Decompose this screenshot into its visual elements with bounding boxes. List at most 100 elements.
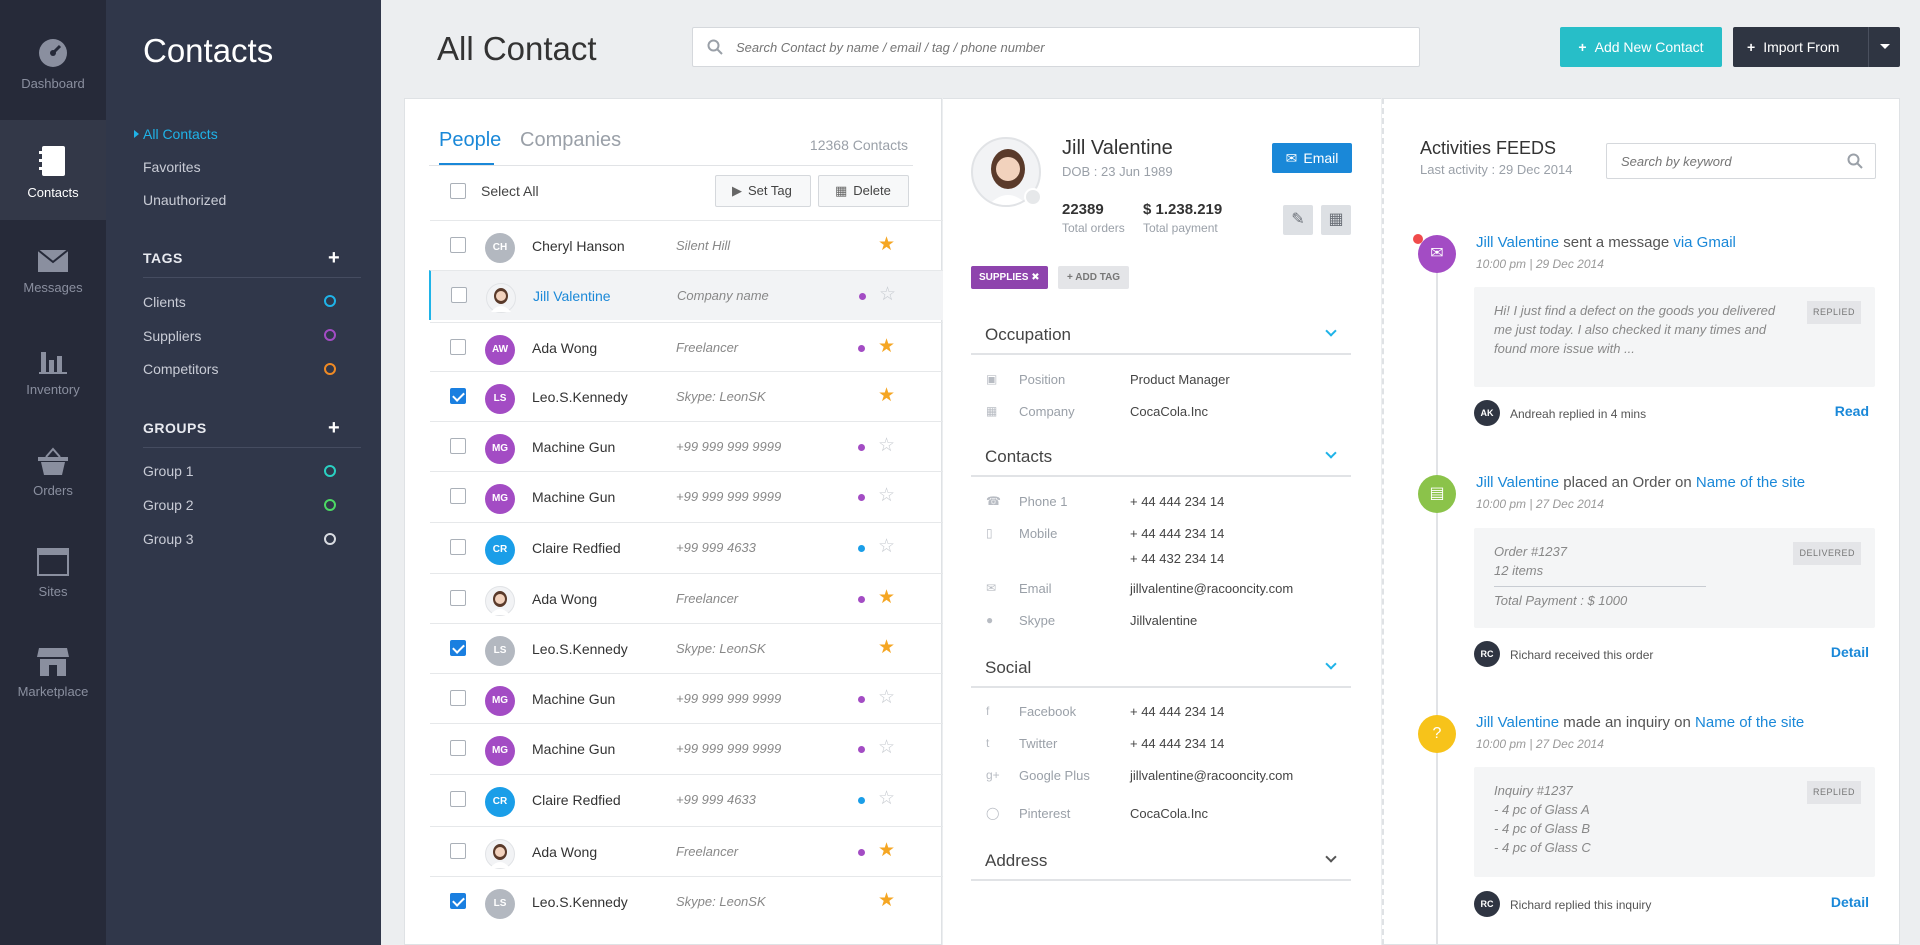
contact-name[interactable]: Ada Wong [532,591,597,607]
row-checkbox[interactable] [450,791,466,807]
add-new-contact-button[interactable]: + Add New Contact [1560,27,1722,67]
detail-link[interactable]: Detail [1831,894,1869,910]
contact-name[interactable]: Leo.S.Kennedy [532,641,628,657]
target-link[interactable]: Name of the site [1695,714,1804,731]
group-item-2[interactable]: Group 2 [143,497,343,513]
star-icon[interactable]: ☆ [878,535,895,558]
star-icon[interactable]: ☆ [878,787,895,810]
star-icon[interactable]: ★ [878,889,895,912]
row-checkbox[interactable] [450,388,466,404]
row-checkbox[interactable] [450,488,466,504]
delete-contact-button[interactable]: ▦ [1321,205,1351,235]
contact-name[interactable]: Ada Wong [532,844,597,860]
edit-button[interactable]: ✎ [1283,205,1313,235]
actor-link[interactable]: Jill Valentine [1476,714,1559,731]
table-row[interactable]: CR Claire Redfied +99 999 4633 ☆ [430,522,945,572]
contact-name[interactable]: Machine Gun [532,691,615,707]
section-address[interactable]: Address [971,845,1351,881]
row-checkbox[interactable] [450,640,466,656]
contact-name[interactable]: Leo.S.Kennedy [532,389,628,405]
table-row[interactable]: MG Machine Gun +99 999 999 9999 ☆ [430,471,945,521]
contact-name[interactable]: Jill Valentine [533,288,611,304]
contact-name[interactable]: Leo.S.Kennedy [532,894,628,910]
sidebar-item-unauthorized[interactable]: Unauthorized [143,192,226,208]
tag-item-clients[interactable]: Clients [143,294,343,310]
rail-sites[interactable]: Sites [0,548,106,648]
contact-name[interactable]: Claire Redfied [532,792,621,808]
contact-name[interactable]: Ada Wong [532,340,597,356]
section-social[interactable]: Social [971,652,1351,688]
row-checkbox[interactable] [450,893,466,909]
row-checkbox[interactable] [450,237,466,253]
star-icon[interactable]: ☆ [878,484,895,507]
tag-item-competitors[interactable]: Competitors [143,361,343,377]
sidebar-item-favorites[interactable]: Favorites [143,159,201,175]
table-row[interactable]: CH Cheryl Hanson Silent Hill ★ [430,220,945,270]
add-tag-button[interactable]: + ADD TAG [1058,266,1130,289]
contact-name[interactable]: Claire Redfied [532,540,621,556]
email-value[interactable]: jillvalentine@racooncity.com [1130,581,1293,596]
contact-name[interactable]: Machine Gun [532,439,615,455]
table-row[interactable]: LS Leo.S.Kennedy Skype: LeonSK ★ [430,623,945,673]
row-checkbox[interactable] [450,438,466,454]
tab-people[interactable]: People [439,129,501,152]
table-row[interactable]: Jill Valentine Company name ☆ [429,270,944,320]
read-link[interactable]: Read [1835,403,1869,419]
import-from-button[interactable]: + Import From [1733,27,1900,67]
star-icon[interactable]: ☆ [879,283,896,306]
group-item-3[interactable]: Group 3 [143,531,343,547]
star-icon[interactable]: ☆ [878,434,895,457]
tag-supplies[interactable]: SUPPLIES ✖ [971,266,1048,289]
email-button[interactable]: ✉ Email [1272,143,1352,173]
delete-button[interactable]: ▦ Delete [818,175,909,207]
add-tag-plus-icon[interactable]: + [328,248,340,268]
detail-link[interactable]: Detail [1831,644,1869,660]
tag-item-suppliers[interactable]: Suppliers [143,328,343,344]
contact-name[interactable]: Machine Gun [532,741,615,757]
rail-contacts[interactable]: Contacts [0,120,106,220]
import-dropdown-toggle[interactable] [1868,27,1900,67]
target-link[interactable]: Name of the site [1696,474,1805,491]
row-checkbox[interactable] [450,590,466,606]
row-checkbox[interactable] [450,690,466,706]
table-row[interactable]: MG Machine Gun +99 999 999 9999 ☆ [430,421,945,471]
rail-dashboard[interactable]: Dashboard [0,0,106,100]
tab-companies[interactable]: Companies [520,129,621,152]
table-row[interactable]: MG Machine Gun +99 999 999 9999 ☆ [430,723,945,773]
target-link[interactable]: via Gmail [1673,234,1736,251]
star-icon[interactable]: ★ [878,233,895,256]
row-checkbox[interactable] [450,740,466,756]
rail-messages[interactable]: Messages [0,250,106,350]
group-item-1[interactable]: Group 1 [143,463,343,479]
table-row[interactable]: CR Claire Redfied +99 999 4633 ☆ [430,774,945,824]
actor-link[interactable]: Jill Valentine [1476,234,1559,251]
table-row[interactable]: Ada Wong Freelancer ★ [430,573,945,623]
rail-inventory[interactable]: Inventory [0,348,106,448]
rail-orders[interactable]: Orders [0,447,106,547]
section-contacts[interactable]: Contacts [971,441,1351,477]
row-checkbox[interactable] [450,339,466,355]
contact-name[interactable]: Machine Gun [532,489,615,505]
star-icon[interactable]: ★ [878,636,895,659]
add-group-plus-icon[interactable]: + [328,418,340,438]
rail-marketplace[interactable]: Marketplace [0,646,106,746]
row-checkbox[interactable] [450,843,466,859]
contact-name[interactable]: Cheryl Hanson [532,238,625,254]
table-row[interactable]: LS Leo.S.Kennedy Skype: LeonSK ★ [430,876,945,926]
set-tag-button[interactable]: ▶ Set Tag [715,175,811,207]
star-icon[interactable]: ★ [878,384,895,407]
feed-search-input[interactable] [1606,143,1876,179]
table-row[interactable]: MG Machine Gun +99 999 999 9999 ☆ [430,673,945,723]
actor-link[interactable]: Jill Valentine [1476,474,1559,491]
select-all-checkbox[interactable] [450,183,466,199]
table-row[interactable]: Ada Wong Freelancer ★ [430,826,945,876]
star-icon[interactable]: ★ [878,335,895,358]
star-icon[interactable]: ★ [878,839,895,862]
row-checkbox[interactable] [451,287,467,303]
section-occupation[interactable]: Occupation [971,319,1351,355]
star-icon[interactable]: ★ [878,586,895,609]
table-row[interactable]: AW Ada Wong Freelancer ★ [430,322,945,372]
search-input[interactable] [692,27,1420,67]
remove-tag-icon[interactable]: ✖ [1031,272,1039,283]
row-checkbox[interactable] [450,539,466,555]
